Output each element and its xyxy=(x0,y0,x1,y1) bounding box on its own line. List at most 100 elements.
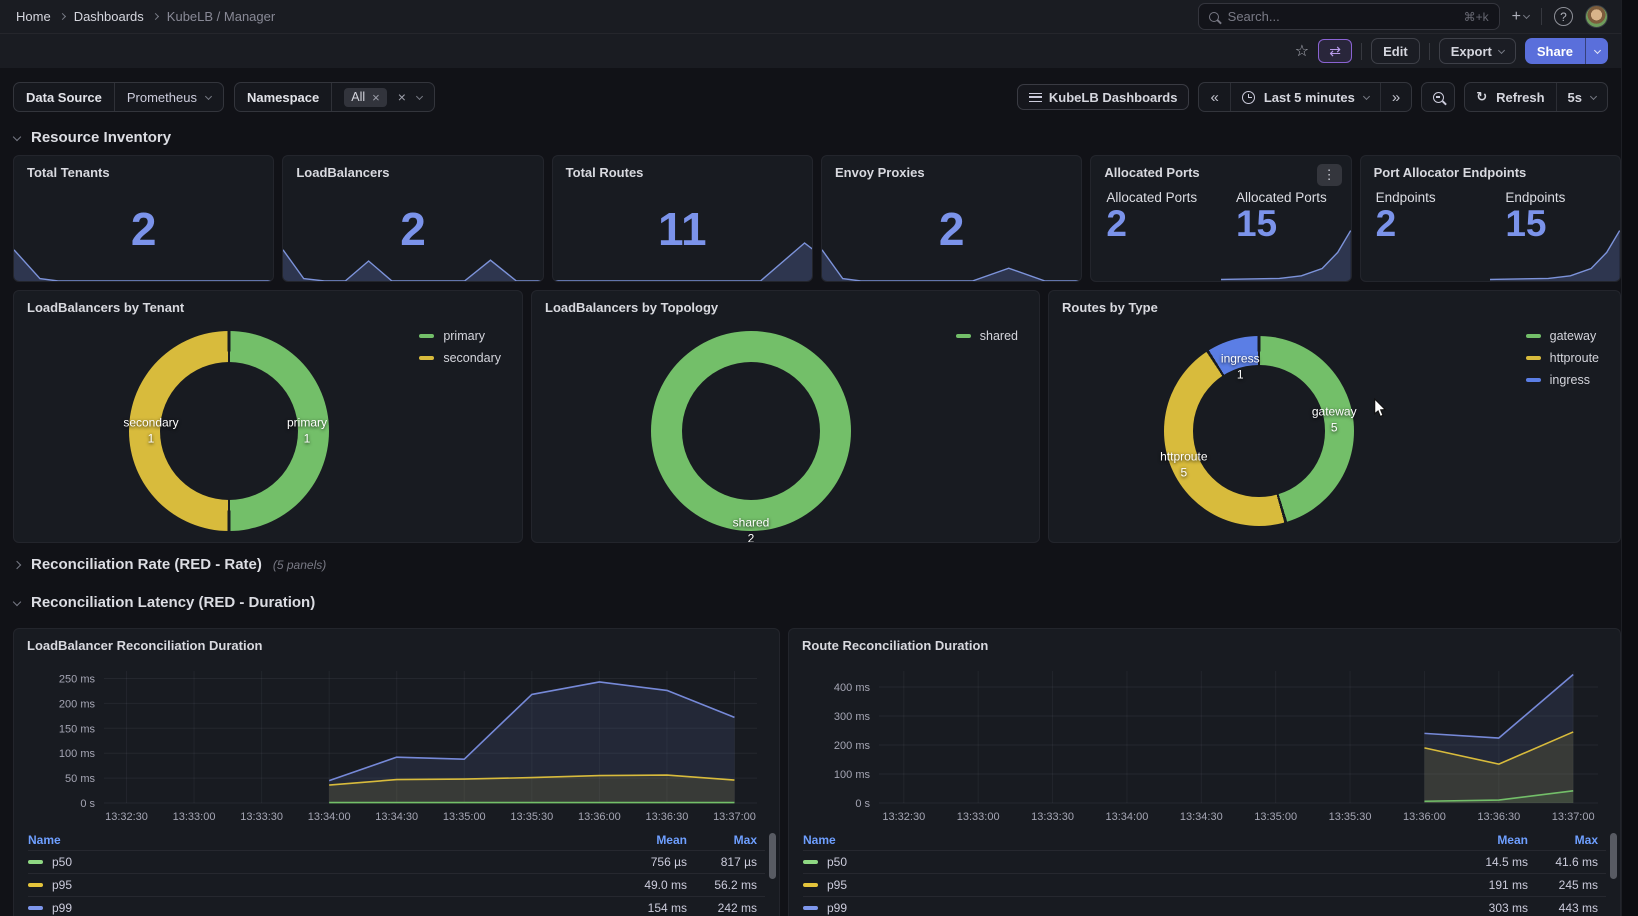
svg-text:13:36:00: 13:36:00 xyxy=(1403,811,1446,823)
substats: Endpoints 2 Endpoints 15 xyxy=(1361,180,1620,281)
panel-menu-icon[interactable]: ⋮ xyxy=(1317,164,1342,186)
page-scrollbar[interactable] xyxy=(1621,0,1638,916)
section-reconciliation-latency[interactable]: Reconciliation Latency (RED - Duration) xyxy=(0,582,1638,621)
breadcrumb-dashboards[interactable]: Dashboards xyxy=(74,9,144,24)
legend-item-gateway[interactable]: gateway xyxy=(1526,329,1597,343)
chevron-down-icon xyxy=(1590,92,1597,99)
legend-label: shared xyxy=(980,329,1018,343)
legend-row-p50[interactable]: p5014.5 ms41.6 ms xyxy=(803,850,1606,873)
star-icon[interactable]: ☆ xyxy=(1295,39,1309,63)
panel-title[interactable]: LoadBalancers by Topology xyxy=(532,291,1039,315)
panel-loadbalancer-reconciliation-duration: LoadBalancer Reconciliation Duration 13:… xyxy=(13,628,780,916)
series-mean: 49.0 ms xyxy=(609,878,687,892)
dashboard-toolbar: ☆ ⇄ Edit Export Share xyxy=(0,34,1638,68)
section-reconciliation-rate[interactable]: Reconciliation Rate (RED - Rate) (5 pane… xyxy=(0,543,1638,582)
time-shift-back-button[interactable]: « xyxy=(1199,83,1229,111)
plus-icon: + xyxy=(1512,8,1521,26)
svg-text:200 ms: 200 ms xyxy=(59,698,96,710)
svg-text:150 ms: 150 ms xyxy=(59,723,96,735)
zoom-out-button[interactable] xyxy=(1421,82,1455,112)
dynamic-dashboard-toggle[interactable]: ⇄ xyxy=(1318,39,1352,63)
legend-row-p95[interactable]: p95191 ms245 ms xyxy=(803,873,1606,896)
legend-item-secondary[interactable]: secondary xyxy=(419,351,501,365)
panel-title[interactable]: LoadBalancer Reconciliation Duration xyxy=(14,629,779,653)
timeseries-chart[interactable]: 13:32:3013:33:0013:33:3013:34:0013:34:30… xyxy=(14,657,779,829)
svg-text:50 ms: 50 ms xyxy=(65,773,95,785)
time-range-picker: « Last 5 minutes » xyxy=(1198,82,1412,112)
legend-item-primary[interactable]: primary xyxy=(419,329,485,343)
series-mean: 303 ms xyxy=(1450,901,1528,915)
section-resource-inventory[interactable]: Resource Inventory xyxy=(0,112,1638,155)
menu-icon xyxy=(1029,93,1042,102)
stat-value: 15 xyxy=(1236,205,1351,244)
legend-column-max[interactable]: Max xyxy=(687,833,757,847)
donut-segment-label: primary1 xyxy=(287,415,327,446)
svg-text:13:33:00: 13:33:00 xyxy=(173,811,216,823)
panel-title[interactable]: Port Allocator Endpoints xyxy=(1361,156,1620,180)
chevron-right-icon xyxy=(13,560,21,568)
series-max: 245 ms xyxy=(1528,878,1598,892)
clock-icon xyxy=(1242,91,1255,104)
donut-segment-label: httproute5 xyxy=(1160,450,1207,481)
legend-item-shared[interactable]: shared xyxy=(956,329,1018,343)
clear-all-icon[interactable]: × xyxy=(396,89,408,105)
time-shift-forward-button[interactable]: » xyxy=(1380,83,1411,111)
legend-swatch xyxy=(1526,334,1541,338)
refresh-button[interactable]: ↻ Refresh xyxy=(1465,83,1555,111)
panel-title[interactable]: LoadBalancers xyxy=(283,156,542,180)
legend-row-p50[interactable]: p50756 µs817 µs xyxy=(28,850,765,873)
namespace-chip-all[interactable]: All × xyxy=(344,88,387,107)
legend-swatch xyxy=(28,860,43,864)
legend-swatch xyxy=(803,860,818,864)
legend-item-httproute[interactable]: httproute xyxy=(1526,351,1599,365)
legend-column-mean[interactable]: Mean xyxy=(609,833,687,847)
legend-item-ingress[interactable]: ingress xyxy=(1526,373,1590,387)
chip-remove-icon[interactable]: × xyxy=(372,90,380,105)
help-icon[interactable]: ? xyxy=(1554,7,1573,26)
kubelb-dashboards-button[interactable]: KubeLB Dashboards xyxy=(1017,84,1190,110)
legend-column-name[interactable]: Name xyxy=(803,833,1450,847)
legend-column-max[interactable]: Max xyxy=(1528,833,1598,847)
legend-row-p95[interactable]: p9549.0 ms56.2 ms xyxy=(28,873,765,896)
new-button[interactable]: + xyxy=(1512,8,1529,26)
time-range-button[interactable]: Last 5 minutes xyxy=(1230,83,1380,111)
legend-label: primary xyxy=(443,329,485,343)
refresh-interval-label: 5s xyxy=(1568,90,1582,105)
panel-title[interactable]: Route Reconciliation Duration xyxy=(789,629,1620,653)
legend-row-p99[interactable]: p99303 ms443 ms xyxy=(803,896,1606,916)
breadcrumb-home[interactable]: Home xyxy=(16,9,51,24)
legend-column-mean[interactable]: Mean xyxy=(1450,833,1528,847)
panel-title[interactable]: LoadBalancers by Tenant xyxy=(14,291,522,315)
legend-scrollbar[interactable] xyxy=(769,833,776,879)
panel-title[interactable]: Envoy Proxies xyxy=(822,156,1081,180)
legend-label: httproute xyxy=(1550,351,1599,365)
edit-button[interactable]: Edit xyxy=(1371,38,1420,64)
panel-title[interactable]: Allocated Ports xyxy=(1091,156,1350,180)
legend-scrollbar[interactable] xyxy=(1610,833,1617,879)
timeseries-legend: NameMeanMax p5014.5 ms41.6 msp95191 ms245… xyxy=(789,829,1620,916)
share-button[interactable]: Share xyxy=(1525,38,1585,64)
export-button[interactable]: Export xyxy=(1439,38,1516,64)
panel-title[interactable]: Routes by Type xyxy=(1049,291,1620,315)
svg-text:13:36:00: 13:36:00 xyxy=(578,811,621,823)
refresh-interval-button[interactable]: 5s xyxy=(1556,83,1607,111)
panel-title[interactable]: Total Routes xyxy=(553,156,812,180)
chevron-down-icon[interactable] xyxy=(416,92,423,99)
series-mean: 191 ms xyxy=(1450,878,1528,892)
breadcrumb-current: KubeLB / Manager xyxy=(167,9,275,24)
datasource-value[interactable]: Prometheus xyxy=(115,83,223,111)
chip-label: All xyxy=(351,90,365,104)
export-label: Export xyxy=(1451,44,1492,59)
legend-swatch xyxy=(803,883,818,887)
series-max: 41.6 ms xyxy=(1528,855,1598,869)
timeseries-chart[interactable]: 13:32:3013:33:0013:33:3013:34:0013:34:30… xyxy=(789,657,1620,829)
panel-title[interactable]: Total Tenants xyxy=(14,156,273,180)
series-name: p95 xyxy=(52,878,72,892)
legend-row-p99[interactable]: p99154 ms242 ms xyxy=(28,896,765,916)
legend-column-name[interactable]: Name xyxy=(28,833,609,847)
share-menu-button[interactable] xyxy=(1585,38,1608,64)
search-input[interactable]: Search... ⌘+k xyxy=(1198,3,1500,30)
user-avatar[interactable] xyxy=(1585,5,1608,28)
svg-text:13:34:30: 13:34:30 xyxy=(375,811,418,823)
datasource-picker: Data Source Prometheus xyxy=(13,82,224,112)
